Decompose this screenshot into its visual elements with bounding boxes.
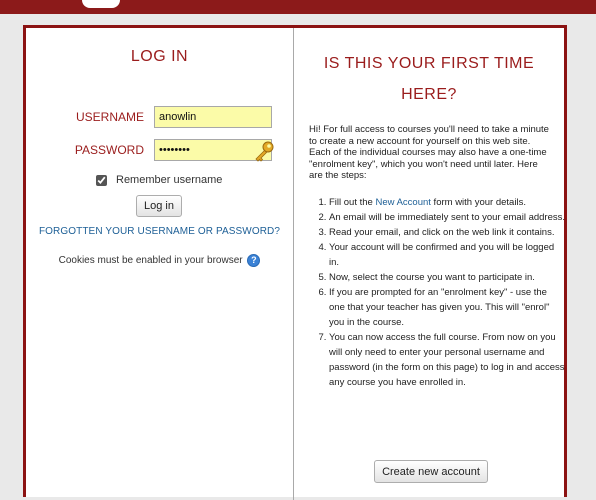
step-item: If you are prompted for an "enrolment ke… (329, 285, 565, 330)
username-input[interactable] (154, 106, 272, 128)
signup-intro: Hi! For full access to courses you'll ne… (309, 124, 549, 181)
login-button[interactable]: Log in (136, 195, 182, 217)
signup-steps: Fill out the New Account form with your … (314, 195, 565, 390)
step-item: Read your email, and click on the web li… (329, 225, 565, 240)
username-label: USERNAME (75, 110, 144, 124)
remember-username-checkbox[interactable] (96, 174, 107, 186)
cookies-notice: Cookies must be enabled in your browser … (26, 254, 293, 267)
key-icon (255, 141, 274, 162)
help-icon[interactable]: ? (247, 254, 261, 267)
step-item: You can now access the full course. From… (329, 330, 565, 390)
step-text: Fill out the (329, 197, 376, 208)
remember-username-label[interactable]: Remember username (116, 174, 222, 186)
remember-username-row: Remember username (96, 174, 222, 186)
step-item: Your account will be confirmed and you w… (329, 240, 565, 270)
password-label: PASSWORD (74, 143, 144, 157)
site-logo[interactable] (82, 0, 120, 8)
step-item: Fill out the New Account form with your … (329, 195, 565, 210)
top-header-bar (0, 0, 596, 14)
step-text: form with your details. (430, 197, 526, 208)
signup-heading: IS THIS YOUR FIRST TIME HERE? (323, 55, 535, 103)
create-account-button[interactable]: Create new account (374, 460, 488, 483)
cookies-text: Cookies must be enabled in your browser (58, 255, 243, 267)
forgot-password-link[interactable]: FORGOTTEN YOUR USERNAME OR PASSWORD? (26, 226, 293, 237)
login-panel: LOG IN USERNAME PASSWORD Remember userna… (26, 28, 293, 497)
new-account-link[interactable]: New Account (375, 197, 430, 208)
signup-panel: IS THIS YOUR FIRST TIME HERE? Hi! For fu… (294, 28, 565, 497)
step-item: Now, select the course you want to parti… (329, 270, 565, 285)
step-item: An email will be immediately sent to you… (329, 210, 565, 225)
login-heading: LOG IN (130, 48, 189, 65)
login-box: LOG IN USERNAME PASSWORD Remember userna… (23, 25, 567, 500)
